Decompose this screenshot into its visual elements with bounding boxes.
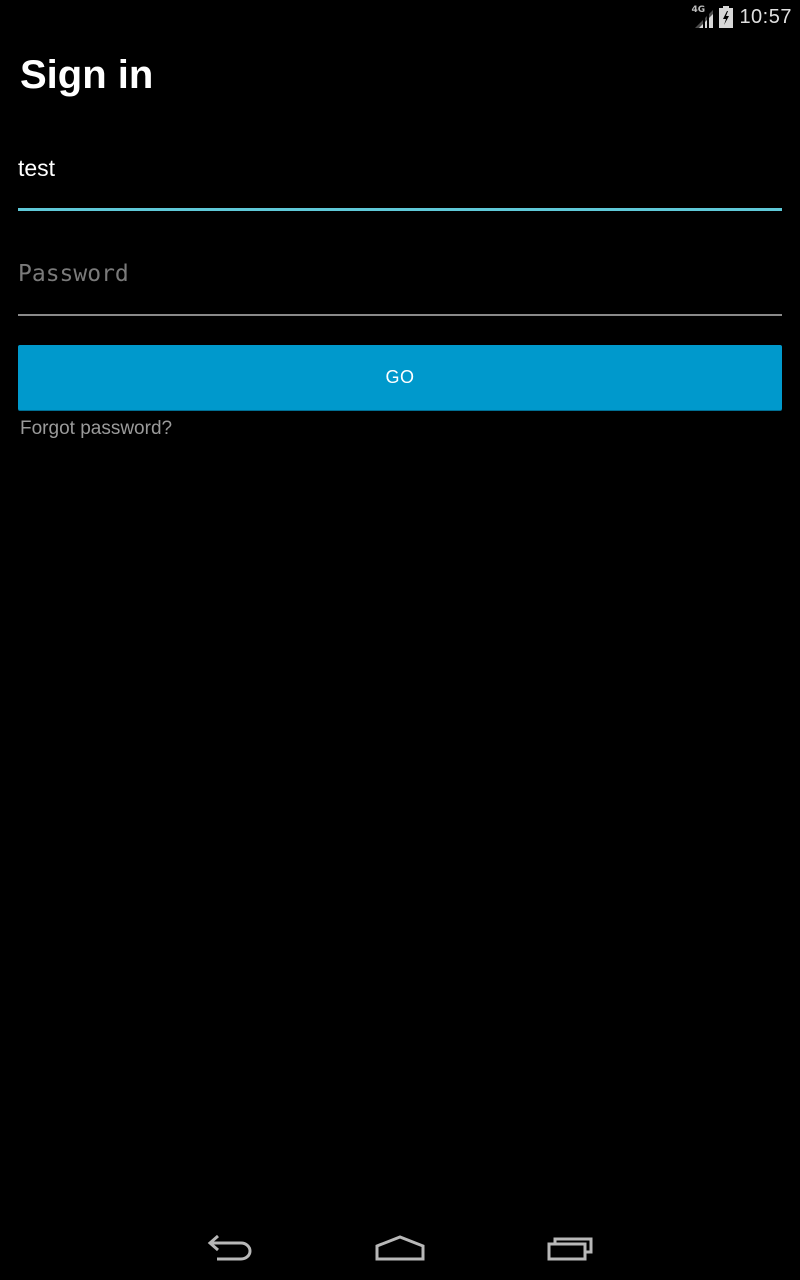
back-button[interactable] bbox=[170, 1216, 290, 1280]
navigation-bar bbox=[0, 1216, 800, 1280]
battery-icon bbox=[719, 6, 734, 28]
status-icons: 4G 10:57 bbox=[691, 4, 792, 30]
password-input[interactable] bbox=[18, 256, 782, 292]
recents-button[interactable] bbox=[510, 1216, 630, 1280]
signal-icon: 4G bbox=[691, 5, 714, 28]
network-type-label: 4G bbox=[691, 5, 706, 15]
password-underline bbox=[18, 314, 782, 316]
status-time: 10:57 bbox=[739, 5, 792, 28]
username-underline bbox=[18, 208, 782, 211]
forgot-password-link[interactable]: Forgot password? bbox=[20, 418, 172, 440]
go-button[interactable]: GO bbox=[18, 345, 782, 410]
status-bar: 4G 10:57 bbox=[0, 0, 800, 33]
back-icon bbox=[207, 1235, 252, 1261]
page-title: Sign in bbox=[20, 53, 154, 97]
home-icon bbox=[375, 1235, 425, 1261]
home-button[interactable] bbox=[340, 1216, 460, 1280]
username-input[interactable] bbox=[18, 150, 782, 186]
recents-icon bbox=[547, 1237, 593, 1261]
